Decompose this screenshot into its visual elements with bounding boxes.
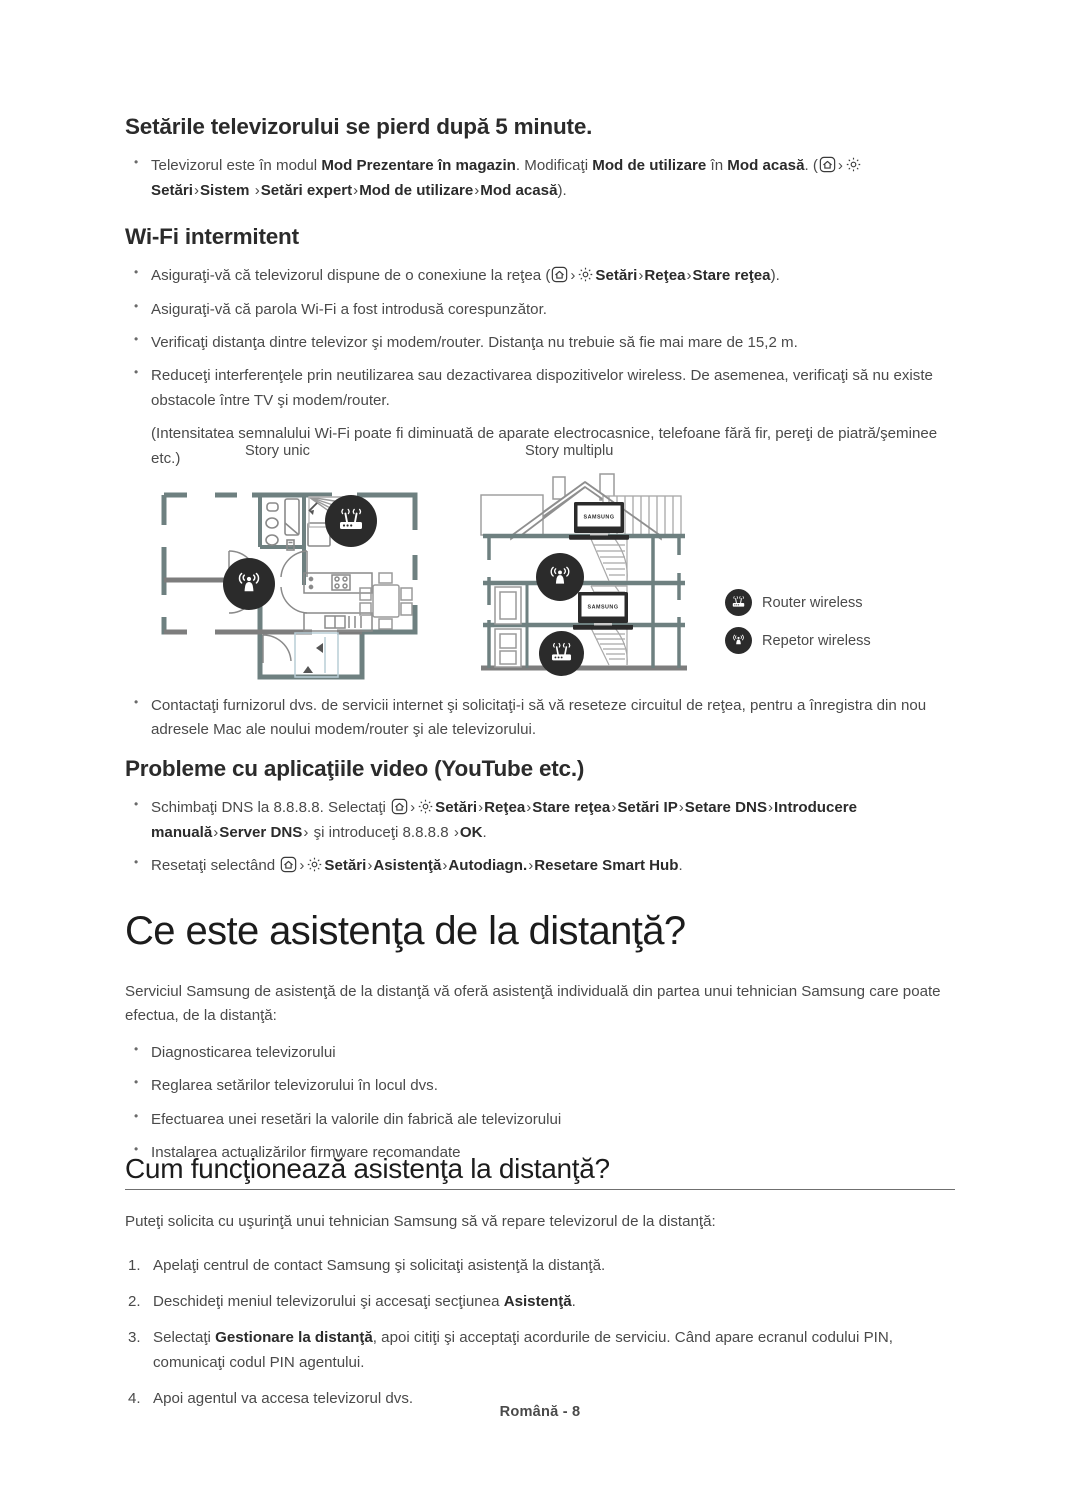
tv-brand-label: SAMSUNG (587, 605, 618, 611)
heading-remote-support: Ce este asistenţa de la distanţă? (125, 909, 686, 953)
repeater-marker-floorplan (223, 558, 275, 610)
list-item: Contactaţi furnizorul dvs. de servicii i… (125, 693, 955, 743)
heading-underline (125, 1188, 955, 1191)
legend-label-repeater: Repetor wireless (762, 632, 871, 649)
remote-support-intro: Serviciul Samsung de asistenţă de la dis… (125, 983, 941, 1025)
home-icon (391, 798, 408, 815)
heading-store-mode: Setările televizorului se pierd după 5 m… (125, 114, 593, 139)
home-icon (551, 266, 568, 283)
heading-how-it-works: Cum funcţionează asistenţa la distanţă? (125, 1153, 610, 1184)
how-it-works-intro: Puteţi solicita cu uşurinţă unui tehnici… (125, 1213, 716, 1231)
list-item: Verificaţi distanţa dintre televizor şi … (125, 330, 955, 355)
repeater-wireless-icon (725, 627, 752, 654)
list-item: Reduceţi interferenţele prin neutilizare… (125, 363, 955, 413)
router-marker-ground-floor (539, 631, 584, 676)
list-item: Asiguraţi-vă că televizorul dispune de o… (125, 263, 955, 288)
list-item: Diagnosticarea televizorului (125, 1040, 955, 1065)
gear-icon (417, 798, 434, 815)
list-item: Apelaţi centrul de contact Samsung şi so… (128, 1254, 606, 1279)
list-item: Selectaţi Gestionare la distanţă, apoi c… (128, 1326, 893, 1371)
document-page: Setările televizorului se pierd după 5 m… (0, 0, 1080, 1494)
section-video-apps: Probleme cu aplicaţiile video (YouTube e… (125, 755, 955, 887)
heading-video-apps: Probleme cu aplicaţiile video (YouTube e… (125, 756, 585, 781)
list-item: Schimbaţi DNS la 8.8.8.8. Selectaţi ›Set… (125, 795, 955, 845)
page-footer: Română - 8 (499, 1404, 581, 1420)
how-it-works-steps: Apelaţi centrul de contact Samsung şi so… (125, 1254, 955, 1413)
section-store-mode: Setările televizorului se pierd după 5 m… (125, 113, 955, 212)
single-story-floorplan (157, 485, 422, 685)
router-wireless-icon (725, 589, 752, 616)
gear-icon (845, 156, 862, 173)
home-icon (819, 156, 836, 173)
figure-caption-single-story: Story unic (245, 443, 310, 459)
bullet-text: Televizorul este în modul Mod Prezentare… (151, 156, 863, 199)
list-item: Televizorul este în modul Mod Prezentare… (125, 153, 955, 203)
section-wifi: Wi-Fi intermitent Asiguraţi-vă că televi… (125, 223, 955, 471)
list-item: Resetaţi selectând ›Setări›Asistenţă›Aut… (125, 853, 955, 878)
list-item: Deschideţi meniul televizorului şi acces… (128, 1290, 576, 1315)
gear-icon (577, 266, 594, 283)
list-item: Efectuarea unei resetări la valorile din… (125, 1107, 955, 1132)
video-apps-bullets: Schimbaţi DNS la 8.8.8.8. Selectaţi ›Set… (125, 795, 955, 878)
legend-item-router: Router wireless (725, 589, 871, 616)
wifi-bullets: Asiguraţi-vă că televizorul dispune de o… (125, 263, 955, 413)
figure-caption-multi-story: Story multiplu (525, 443, 614, 459)
list-item: Reglarea setărilor televizorului în locu… (125, 1073, 955, 1098)
home-icon (280, 856, 297, 873)
tv-icon-attic: SAMSUNG (569, 500, 629, 549)
legend-label-router: Router wireless (762, 594, 863, 611)
router-marker-floorplan (325, 495, 377, 547)
isp-contact-bullet: Contactaţi furnizorul dvs. de servicii i… (125, 693, 955, 752)
wifi-placement-figure: Story unic Story multiplu SAMSUNG SAMSUN… (125, 437, 955, 682)
figure-legend: Router wireless Repetor wireless (725, 589, 871, 665)
multi-story-section (475, 465, 697, 682)
legend-item-repeater: Repetor wireless (725, 627, 871, 654)
gear-icon (306, 856, 323, 873)
heading-wifi: Wi-Fi intermitent (125, 224, 299, 249)
section-how-it-works: Cum funcţionează asistenţa la distanţă? … (125, 1152, 955, 1424)
store-mode-bullets: Televizorul este în modul Mod Prezentare… (125, 153, 955, 203)
section-remote-support: Ce este asistenţa de la distanţă? Servic… (125, 908, 955, 1175)
chevron-separator: › (837, 157, 843, 175)
list-item: Asiguraţi-vă că parola Wi-Fi a fost intr… (125, 297, 955, 322)
remote-support-list: Diagnosticarea televizorului Reglarea se… (125, 1040, 955, 1166)
tv-brand-label: SAMSUNG (583, 515, 614, 521)
